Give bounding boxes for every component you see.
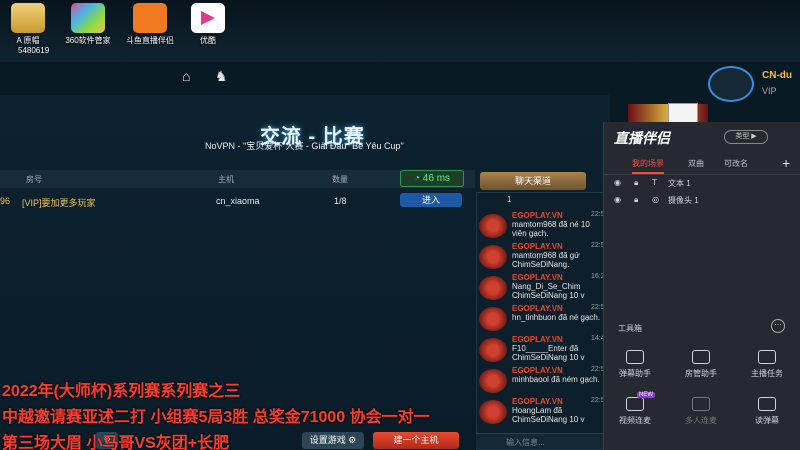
overlay-line-3: 第三场大眉 小马哥VS灰团+长肥 (2, 435, 230, 450)
col-host: 主机 (218, 175, 234, 184)
source-item[interactable]: ◉ 🔒︎ T 文本 1 (612, 177, 792, 191)
tab-scene-2[interactable]: 双曲 (688, 158, 704, 169)
companion-scene-tabs: 我的场景 双曲 可改名 + (604, 155, 800, 175)
settings-game-button[interactable]: 设置游戏 ⚙ (302, 432, 364, 449)
tool-streamer-tasks[interactable]: 主播任务 (742, 350, 792, 379)
overlay-line-2: 中越邀请赛亚述二打 小组赛5局3胜 总奖金71000 协会一对一 (2, 409, 430, 426)
col-room-no: 房号 (26, 175, 42, 184)
more-icon[interactable]: ··· (771, 319, 785, 333)
col-count: 数量 (332, 175, 348, 184)
chat-message: EGOPLAY.VN 22:5 HoangLam đã ChimSeDiNang… (479, 397, 605, 427)
team-badge-icon (479, 245, 507, 269)
tool-room-admin[interactable]: 房管助手 (676, 350, 726, 379)
chat-message: EGOPLAY.VN 16:2 Nang_Di_Se_Chim ChimSeDi… (479, 273, 605, 303)
team-badge-icon (479, 276, 507, 300)
tool-video-link[interactable]: NEW 视频连麦 (610, 392, 660, 426)
eye-icon[interactable]: ◉ (614, 178, 621, 187)
team-badge-icon (479, 369, 507, 393)
add-scene-icon[interactable]: + (782, 155, 790, 171)
chat-message: EGOPLAY.VN 22:5 mamtom968 đã né 10 viên … (479, 211, 605, 241)
desktop-icon-360[interactable]: 360软件管家 (62, 3, 114, 46)
ping-indicator[interactable]: ◔ 46 ms (400, 170, 464, 187)
chat-input[interactable]: 输入信息... (476, 433, 606, 449)
tool-multi-link[interactable]: 多人连麦 (676, 397, 726, 426)
streaming-companion-panel: 直播伴侣 类型 ▶ 我的场景 双曲 可改名 + ◉ 🔒︎ T 文本 1 ◉ 🔒︎… (603, 122, 800, 450)
douyu-icon (133, 3, 167, 33)
desktop-id-text: 5480619 (18, 46, 50, 55)
room-subtitle: NoVPN - "宝贝爱杯"大赛 - Giải Đấu "Bé Yêu Cup" (205, 141, 404, 151)
desktop-icon-douyu[interactable]: 斗鱼直播伴侣 (124, 3, 176, 46)
chat-message: EGOPLAY.VN 22:5 minhbaool đã ném gạch. (479, 366, 605, 396)
source-item[interactable]: ◉ 🔒︎ ◎ 摄像头 1 (612, 194, 792, 208)
admin-icon (692, 350, 710, 364)
multi-link-icon (692, 397, 710, 411)
desktop-icon-folder[interactable]: A 原帽 (2, 3, 54, 46)
tool-read-danmaku[interactable]: 读弹幕 (742, 397, 792, 426)
team-badge-icon (479, 338, 507, 362)
team-badge-icon (479, 214, 507, 238)
user-name: CN-du (762, 70, 792, 81)
avatar[interactable] (708, 66, 754, 102)
danmaku-icon (626, 350, 644, 364)
team-badge-icon (479, 307, 507, 331)
chat-channel-tab[interactable]: 聊天渠道 (480, 172, 586, 190)
tab-scene-3[interactable]: 可改名 (724, 158, 748, 169)
toolbox-title: 工具箱 (618, 324, 642, 333)
team-badge-icon (479, 400, 507, 424)
companion-logo: 直播伴侣 (614, 130, 670, 146)
helmet-icon[interactable]: ♞ (215, 68, 228, 85)
tool-danmaku-assistant[interactable]: 弹幕助手 (610, 350, 660, 379)
chat-panel[interactable]: 1 EGOPLAY.VN 22:5 mamtom968 đã né 10 viê… (476, 192, 606, 450)
folder-icon (11, 3, 45, 33)
chat-top-number: 1 (507, 195, 512, 204)
lock-icon[interactable]: 🔒︎ (634, 195, 638, 205)
text-source-icon: T (652, 178, 657, 187)
lock-icon[interactable]: 🔒︎ (634, 178, 638, 188)
desktop-icon-youku[interactable]: 优酷 (182, 3, 234, 46)
camera-source-icon: ◎ (652, 195, 659, 204)
tab-my-scene[interactable]: 我的场景 (632, 158, 664, 174)
eye-icon[interactable]: ◉ (614, 195, 621, 204)
join-room-button[interactable]: 进入 (400, 193, 462, 207)
vip-label: VIP (762, 86, 777, 96)
task-icon (758, 350, 776, 364)
create-host-button[interactable]: 建一个主机 (373, 432, 459, 449)
desktop-strip (0, 0, 800, 62)
overlay-line-1: 2022年(大师杯)系列赛系列赛之三 (2, 383, 241, 400)
chat-message: EGOPLAY.VN 22:5 mamtom968 đã gứ ChimSeDi… (479, 242, 605, 272)
read-danmaku-icon (758, 397, 776, 411)
companion-type-button[interactable]: 类型 ▶ (724, 130, 768, 144)
chat-message: EGOPLAY.VN 14:4 F10_____Enter đã ChimSeD… (479, 335, 605, 365)
home-icon[interactable]: ⌂ (182, 68, 190, 84)
gear-icon: ⚙ (348, 435, 357, 445)
app-360-icon (71, 3, 105, 33)
wifi-icon: ◔ (413, 173, 421, 184)
chat-message: EGOPLAY.VN 22:5 hn_tinhbuon đã né gạch. (479, 304, 605, 334)
video-link-icon: NEW (626, 392, 655, 411)
youku-icon (191, 3, 225, 33)
new-badge: NEW (637, 392, 655, 398)
